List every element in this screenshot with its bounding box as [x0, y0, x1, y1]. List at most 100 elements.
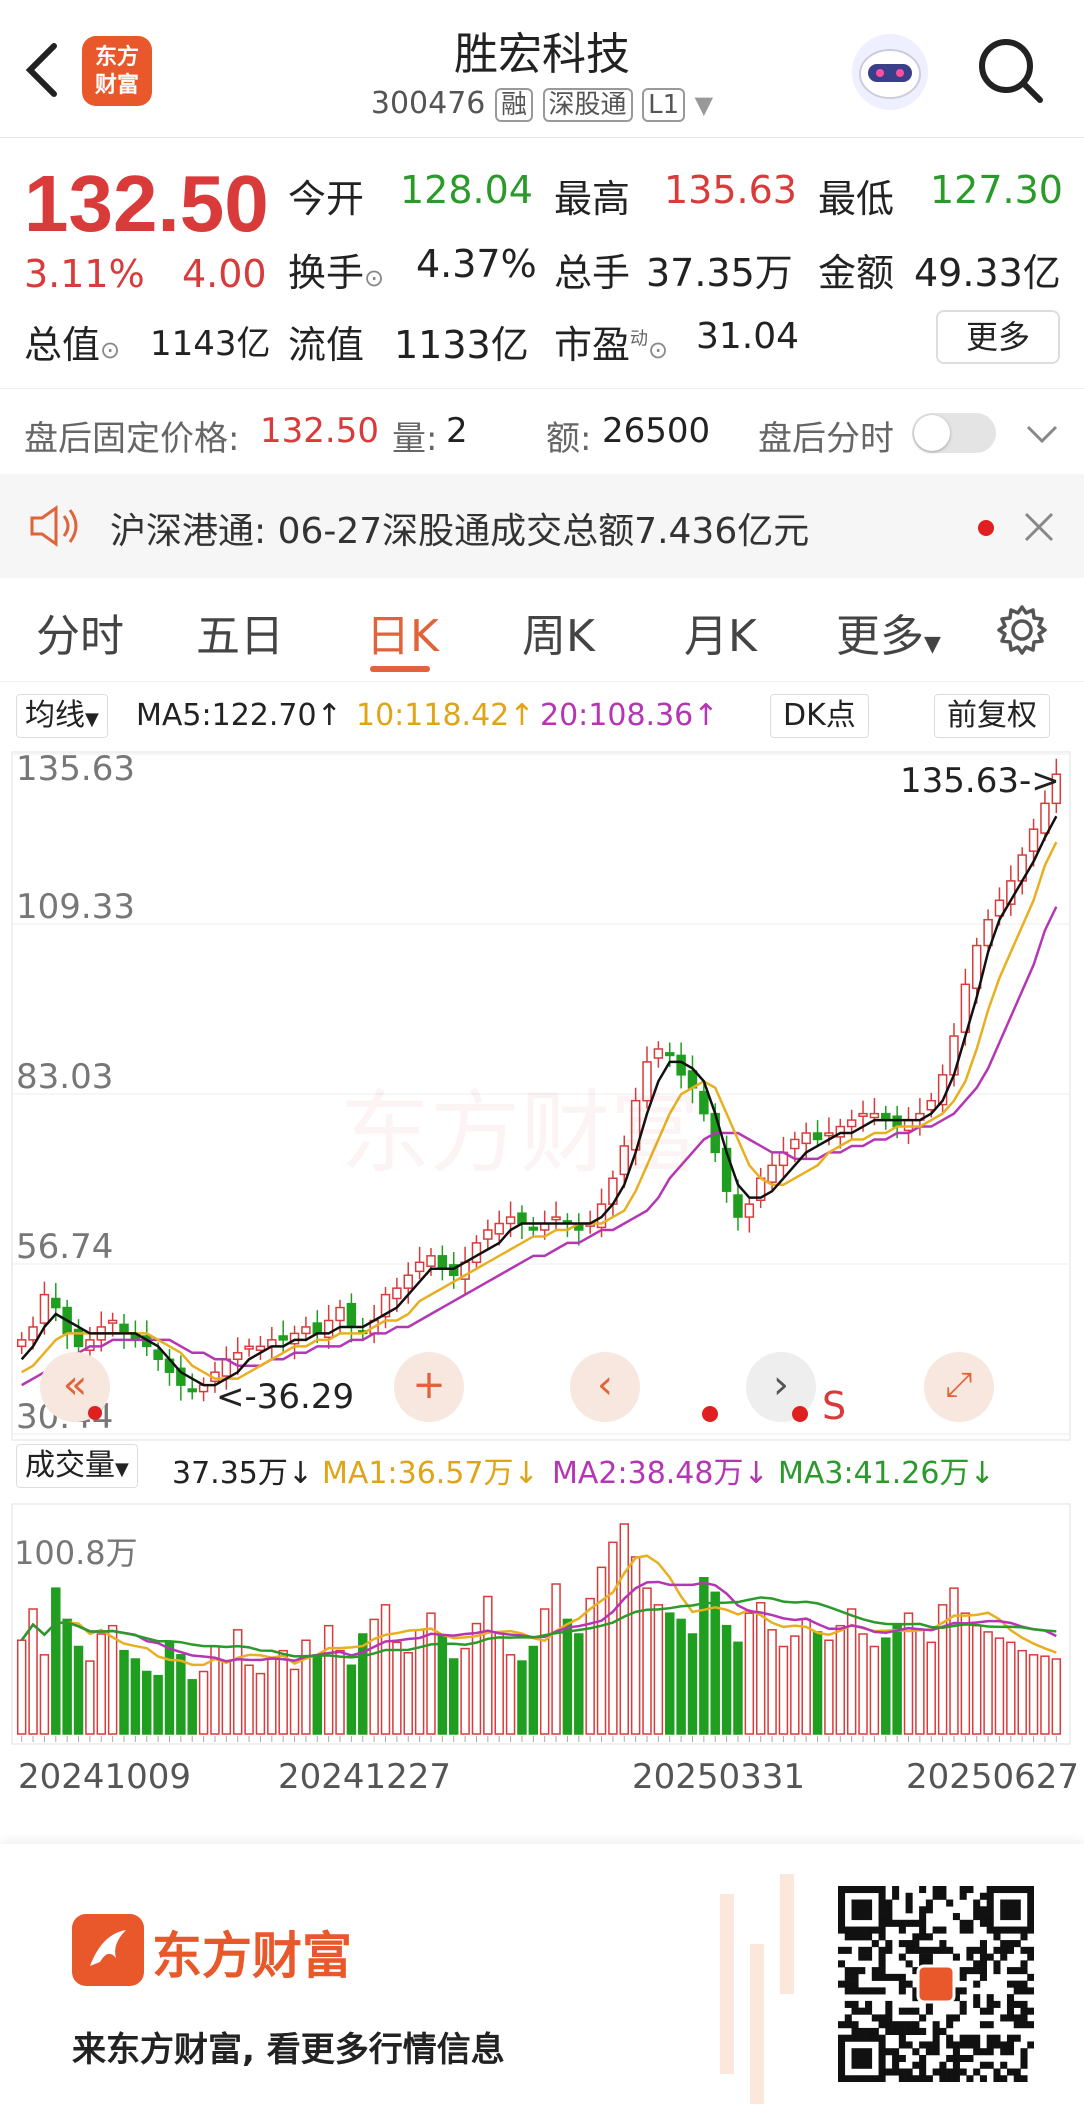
- qr-module: [838, 2048, 846, 2056]
- qr-module: [925, 2007, 933, 2015]
- watermark-text: 东方财富: [340, 1081, 700, 1186]
- volume-bar: [915, 1629, 925, 1735]
- more-button[interactable]: 更多: [936, 310, 1060, 364]
- qr-module: [959, 1987, 967, 1995]
- close-icon[interactable]: [1022, 510, 1056, 544]
- candle-body: [801, 1132, 811, 1145]
- qr-module: [878, 1967, 886, 1975]
- candle-body: [51, 1297, 61, 1309]
- scroll-left-button[interactable]: ‹: [570, 1352, 640, 1422]
- volume-bar: [778, 1645, 789, 1735]
- fullscreen-button[interactable]: ⤢: [924, 1352, 994, 1422]
- qr-module: [905, 2041, 913, 2049]
- qr-module: [871, 2014, 879, 2022]
- candle-body: [824, 1132, 834, 1137]
- candle-body: [551, 1216, 561, 1221]
- qr-module: [858, 1933, 866, 1941]
- qr-module: [851, 2000, 859, 2008]
- notice-text[interactable]: 沪深港通: 06-27深股通成交总额7.436亿元: [110, 502, 809, 554]
- candle-body: [846, 1119, 857, 1128]
- tab-more[interactable]: 更多▼: [836, 600, 941, 664]
- qr-module: [993, 1960, 1001, 1968]
- dk-point-button[interactable]: DK点: [770, 694, 869, 738]
- tab-weekly-k[interactable]: 周K: [522, 600, 595, 664]
- adjust-button[interactable]: 前复权: [934, 694, 1050, 738]
- qr-module: [865, 1886, 873, 1894]
- qr-module: [993, 1946, 1001, 1954]
- qr-module: [858, 1967, 866, 1975]
- qr-module: [885, 2007, 893, 2015]
- qr-center-logo: [916, 1964, 956, 2004]
- info-icon[interactable]: ⊙: [648, 336, 668, 364]
- tab-daily-k[interactable]: 日K: [366, 600, 439, 664]
- candle-body: [665, 1052, 675, 1057]
- qr-module: [986, 1886, 994, 1894]
- gear-icon[interactable]: [996, 604, 1048, 656]
- qr-module: [871, 2075, 879, 2082]
- qr-module: [905, 2007, 913, 2015]
- ma-selector[interactable]: 均线▼: [16, 694, 108, 738]
- candle-body: [699, 1090, 709, 1115]
- x-date-label: 20241009: [18, 1757, 191, 1797]
- qr-module: [838, 1980, 846, 1988]
- qr-module: [844, 1973, 852, 1981]
- period-tabs: 分时 五日 日K 周K 月K 更多▼: [0, 578, 1084, 682]
- volume-bar: [960, 1612, 971, 1735]
- qr-module: [838, 1906, 846, 1914]
- candle-body: [812, 1132, 823, 1141]
- info-icon[interactable]: ⊙: [100, 336, 120, 364]
- y-tick-label: 56.74: [16, 1227, 113, 1267]
- qr-module: [932, 1926, 940, 1934]
- qr-module: [946, 1899, 954, 1907]
- qr-module: [925, 1899, 933, 1907]
- candle-body: [28, 1326, 38, 1341]
- qr-module: [858, 2075, 866, 2082]
- qr-module: [898, 2007, 906, 2015]
- qr-module: [966, 1946, 974, 1954]
- field-turnover-value: 4.37%: [416, 242, 537, 286]
- volume-bar: [255, 1672, 266, 1735]
- volume-bar: [653, 1604, 664, 1735]
- qr-module: [1006, 2041, 1015, 2049]
- qr-module: [939, 1886, 947, 1894]
- qr-module: [878, 1886, 886, 1894]
- field-open-label: 今开: [288, 177, 365, 221]
- search-icon[interactable]: [976, 36, 1046, 106]
- info-icon[interactable]: ⊙: [364, 264, 384, 292]
- qr-module: [973, 2048, 981, 2056]
- robot-assistant-icon[interactable]: [848, 30, 932, 114]
- qr-module: [966, 2075, 974, 2082]
- volume-bar: [699, 1577, 709, 1735]
- notice-bar[interactable]: 沪深港通: 06-27深股通成交总额7.436亿元: [0, 474, 1084, 578]
- field-marketcap-label: 总值⊙: [24, 323, 121, 367]
- tab-monthly-k[interactable]: 月K: [684, 600, 757, 664]
- qr-module: [986, 2061, 994, 2069]
- volume-bar: [62, 1618, 72, 1735]
- qr-module: [1013, 1913, 1021, 1921]
- qr-module: [871, 1973, 879, 1981]
- qr-module: [838, 1919, 846, 1927]
- after-hours-toggle[interactable]: [912, 413, 996, 453]
- qr-module: [979, 1967, 987, 1975]
- qr-module: [932, 2027, 940, 2035]
- tab-intraday[interactable]: 分时: [36, 600, 124, 664]
- volume-selector[interactable]: 成交量▼: [16, 1444, 138, 1488]
- qr-module: [865, 1899, 873, 1907]
- kline-svg[interactable]: 东方财富 135.63109.3383.0356.7430.44135.63->…: [0, 744, 1084, 1844]
- qr-module: [1027, 2021, 1034, 2029]
- qr-module: [905, 2075, 913, 2082]
- zoom-in-button[interactable]: +: [394, 1352, 464, 1422]
- chevron-down-icon[interactable]: [1024, 419, 1060, 447]
- qr-module: [952, 2054, 960, 2063]
- tab-five-day[interactable]: 五日: [196, 600, 284, 664]
- qr-module: [1027, 1919, 1034, 1927]
- qr-module: [878, 1933, 886, 1941]
- caret-down-icon: ▼: [85, 709, 99, 730]
- candle-body: [403, 1274, 413, 1289]
- qr-code[interactable]: [838, 1886, 1034, 2082]
- qr-module: [898, 2021, 906, 2029]
- qr-module: [838, 1913, 846, 1921]
- qr-module: [1006, 1913, 1015, 1921]
- qr-module: [1000, 2061, 1008, 2069]
- qr-module: [885, 2027, 893, 2035]
